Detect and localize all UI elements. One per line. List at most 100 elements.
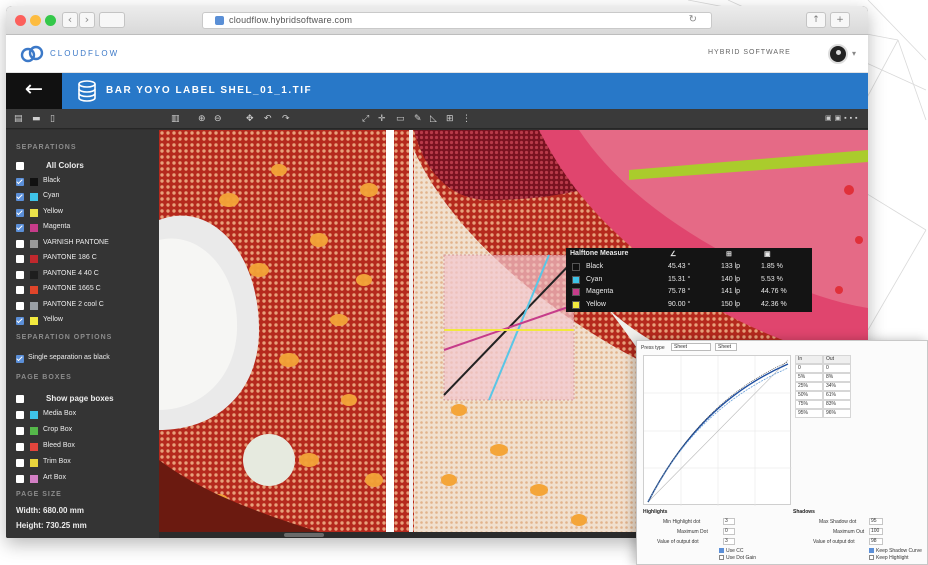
max-dot-field[interactable]: 0 [723, 528, 735, 535]
sidebar-toggle-button[interactable] [99, 12, 125, 28]
separation-checkbox[interactable] [16, 317, 24, 325]
compare-icon[interactable]: ▭ [396, 113, 405, 125]
page-box-item[interactable]: Bleed Box [16, 441, 156, 453]
color-swatch [572, 263, 580, 271]
measure-icon[interactable]: ⤢ [362, 113, 369, 125]
color-swatch [30, 286, 38, 294]
undo-icon[interactable]: ↶ [264, 113, 272, 125]
curve-graph[interactable] [643, 355, 792, 506]
min-highlight-label: Min Highlight dot [663, 519, 701, 525]
chevron-down-icon[interactable]: ▾ [852, 49, 856, 58]
keep-shadow-checkbox[interactable] [869, 548, 874, 553]
user-name[interactable]: HYBRID SOFTWARE [708, 49, 791, 56]
close-window-button[interactable] [15, 15, 26, 26]
browser-back-button[interactable]: ‹ [62, 12, 78, 28]
separation-item[interactable]: Cyan [16, 191, 156, 203]
back-arrow-button[interactable]: ← [6, 73, 62, 109]
page-box-checkbox[interactable] [16, 427, 24, 435]
separation-checkbox[interactable] [16, 177, 24, 186]
crosshair-icon[interactable]: ✛ [378, 113, 386, 125]
hand-icon[interactable]: ✥ [246, 113, 254, 125]
address-bar[interactable]: cloudflow.hybridsoftware.com ↻ [202, 12, 712, 29]
separation-item[interactable]: PANTONE 186 C [16, 253, 156, 265]
scrollbar-thumb[interactable] [284, 533, 324, 537]
separation-checkbox[interactable] [16, 208, 24, 217]
curve-out-cell[interactable]: 61% [823, 391, 851, 400]
more-icon[interactable]: ⋮ [462, 113, 471, 125]
layers-icon[interactable]: ⊞ [446, 113, 454, 125]
reload-icon[interactable]: ↻ [689, 14, 697, 25]
curve-out-cell[interactable]: 83% [823, 400, 851, 409]
output-dot-field[interactable]: 3 [723, 538, 735, 545]
separation-checkbox[interactable] [16, 239, 24, 248]
curve-in-cell[interactable]: 25% [795, 382, 823, 391]
page-icon[interactable]: ▯ [50, 113, 55, 125]
new-tab-button[interactable]: + [830, 12, 850, 28]
page-box-checkbox[interactable] [16, 459, 24, 467]
page-box-checkbox[interactable] [16, 475, 24, 483]
curve-select[interactable]: Sheet [715, 343, 737, 351]
separation-item[interactable]: Yellow [16, 207, 156, 219]
curve-in-cell[interactable]: 50% [795, 391, 823, 400]
view-mode-controls[interactable]: ▣ ▣ ▪ ▪ ▪ [825, 114, 858, 122]
curve-out-cell[interactable]: 96% [823, 409, 851, 418]
redo-icon[interactable]: ↷ [282, 113, 290, 125]
page-box-checkbox[interactable] [16, 443, 24, 451]
single-separation-checkbox[interactable] [16, 355, 24, 363]
separation-item[interactable]: VARNISH PANTONE [16, 238, 156, 250]
press-type-select[interactable]: Sheet [671, 343, 711, 351]
max-shadow-field[interactable]: 95 [869, 518, 883, 525]
grid-icon[interactable]: ▤ [14, 113, 23, 125]
curve-out-cell[interactable]: 0 [823, 364, 851, 373]
minimize-window-button[interactable] [30, 15, 41, 26]
separation-checkbox[interactable] [16, 301, 24, 310]
curve-out-cell[interactable]: 8% [823, 373, 851, 382]
page-box-item[interactable]: Art Box [16, 473, 156, 485]
separation-checkbox[interactable] [16, 193, 24, 201]
separation-checkbox[interactable] [16, 224, 24, 232]
separation-item[interactable]: PANTONE 2 cool C [16, 300, 156, 312]
use-dot-gain-checkbox[interactable] [719, 555, 724, 560]
keep-highlight-checkbox[interactable] [869, 555, 874, 560]
single-separation-option[interactable]: Single separation as black [16, 353, 156, 365]
measure-name: Cyan [586, 275, 603, 283]
zoom-in-icon[interactable]: ⊕ [198, 113, 206, 125]
zoom-out-icon[interactable]: ⊖ [214, 113, 222, 125]
curve-in-cell[interactable]: 95% [795, 409, 823, 418]
curve-in-cell[interactable]: 0 [795, 364, 823, 373]
separation-checkbox[interactable] [16, 286, 24, 294]
separation-item[interactable]: Magenta [16, 222, 156, 234]
separation-item[interactable]: Black [16, 176, 156, 188]
curve-in-cell[interactable]: 75% [795, 400, 823, 409]
page-box-label: Media Box [43, 410, 77, 417]
use-cc-checkbox[interactable] [719, 548, 724, 553]
page-box-checkbox[interactable] [16, 411, 24, 419]
measure-name: Magenta [586, 288, 614, 295]
separation-checkbox[interactable] [16, 270, 24, 279]
shadow-output-field[interactable]: 98 [869, 538, 883, 545]
page-box-item[interactable]: Show page boxes [16, 393, 156, 405]
max-out-field[interactable]: 100 [869, 528, 883, 535]
page-box-checkbox[interactable] [16, 395, 24, 403]
separation-item[interactable]: PANTONE 1665 C [16, 284, 156, 296]
ruler-icon[interactable]: ◺ [430, 113, 437, 125]
separation-checkbox[interactable] [16, 162, 24, 170]
zoom-window-button[interactable] [45, 15, 56, 26]
site-icon [215, 16, 224, 25]
curve-in-cell[interactable]: 5% [795, 373, 823, 382]
separation-item[interactable]: PANTONE 4 40 C [16, 269, 156, 281]
separation-item[interactable]: All Colors [16, 160, 156, 172]
separation-item[interactable]: Yellow [16, 315, 156, 327]
min-highlight-field[interactable]: 3 [723, 518, 735, 525]
page-box-item[interactable]: Media Box [16, 409, 156, 421]
pen-icon[interactable]: ✎ [414, 113, 422, 125]
curve-out-cell[interactable]: 34% [823, 382, 851, 391]
list-icon[interactable]: ▬ [32, 113, 41, 125]
avatar[interactable] [828, 44, 848, 64]
page-box-item[interactable]: Crop Box [16, 425, 156, 437]
page-box-item[interactable]: Trim Box [16, 457, 156, 469]
separation-checkbox[interactable] [16, 255, 24, 263]
share-button[interactable]: ↑ [806, 12, 826, 28]
split-icon[interactable]: ▥ [171, 113, 180, 125]
browser-forward-button[interactable]: › [79, 12, 95, 28]
